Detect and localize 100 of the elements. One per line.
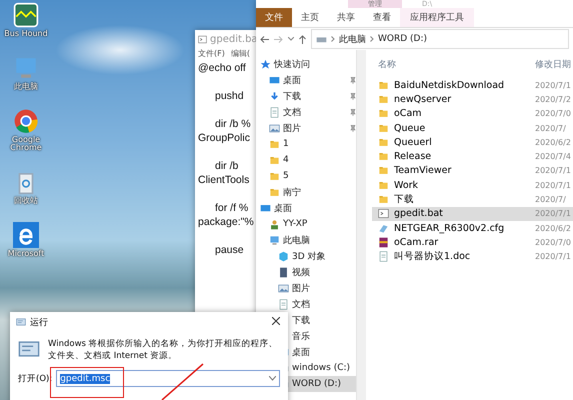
file-menu-button[interactable]: 文件 bbox=[256, 8, 292, 27]
computer-icon bbox=[269, 234, 280, 246]
file-name: BaiduNetdiskDownload bbox=[394, 80, 504, 91]
file-date: 2020/7/1 bbox=[535, 252, 572, 262]
column-header[interactable]: 修改日期 bbox=[535, 58, 573, 70]
nav-item[interactable]: 3D 对象 bbox=[256, 248, 356, 264]
nav-item[interactable]: 此电脑 bbox=[256, 232, 356, 248]
folder-icon bbox=[378, 136, 389, 148]
nav-item[interactable]: 快速访问 bbox=[256, 56, 356, 72]
dropdown-caret-icon[interactable] bbox=[288, 37, 294, 41]
file-name: TeamViewer bbox=[394, 165, 452, 176]
file-name: newQserver bbox=[394, 94, 452, 105]
wave-monitor-icon[interactable] bbox=[13, 2, 39, 28]
file-row[interactable]: NETGEAR_R6300v2.cfg 2020/6/2 bbox=[372, 220, 573, 236]
breadcrumb-item[interactable]: 此电脑 bbox=[339, 32, 366, 46]
nav-item[interactable]: 文档 bbox=[256, 296, 356, 312]
nav-item[interactable]: 图片 bbox=[256, 120, 356, 136]
folder-icon bbox=[269, 170, 280, 182]
document-icon bbox=[269, 106, 280, 118]
desktop-icon bbox=[269, 74, 280, 86]
scrollbar[interactable] bbox=[356, 50, 366, 400]
file-row[interactable]: oCam 2020/7/0 bbox=[372, 106, 573, 121]
dropdown-caret-icon[interactable] bbox=[269, 376, 276, 381]
folder-icon bbox=[378, 180, 389, 191]
pin-icon[interactable] bbox=[350, 124, 356, 132]
chevron-icon bbox=[370, 36, 374, 42]
file-name: oCam bbox=[394, 108, 422, 120]
file-row[interactable]: Queuerl 2020/6/2 bbox=[372, 135, 573, 150]
pin-icon[interactable] bbox=[350, 108, 356, 116]
file-name: gpedit.bat bbox=[394, 208, 443, 220]
star-icon bbox=[260, 58, 271, 70]
file-name: Release bbox=[394, 151, 432, 162]
nav-item[interactable]: 桌面 bbox=[256, 72, 356, 88]
back-icon[interactable] bbox=[260, 36, 269, 42]
dialog-description: Windows 将根据你所输入的名称，为你打开相应的程序、文件夹、文档或 Internet 资源。 bbox=[48, 338, 279, 362]
folder-icon bbox=[269, 186, 280, 198]
nav-item[interactable]: 下载 bbox=[256, 88, 356, 104]
file-row[interactable]: TeamViewer 2020/7/1 bbox=[372, 164, 573, 178]
breadcrumb-item[interactable]: WORD (D:) bbox=[378, 34, 428, 44]
file-name: Work bbox=[394, 180, 418, 191]
edge-icon[interactable] bbox=[13, 222, 39, 248]
file-row[interactable]: oCam.rar 2020/7/0 bbox=[372, 235, 573, 250]
file-row[interactable]: gpedit.bat 2020/7/1 bbox=[372, 206, 573, 221]
address-bar[interactable]: 此电脑 WORD (D:) bbox=[311, 29, 569, 49]
code-line: dir /b bbox=[214, 159, 240, 173]
file-name: Queuerl bbox=[394, 136, 432, 148]
download-icon bbox=[269, 90, 280, 102]
file-row[interactable]: BaiduNetdiskDownload 2020/7/1 bbox=[372, 78, 573, 92]
folder-icon bbox=[269, 154, 280, 166]
nav-item[interactable]: 桌面 bbox=[256, 200, 356, 216]
annotation-line bbox=[160, 362, 205, 400]
code-line: pause bbox=[214, 243, 245, 257]
close-button[interactable] bbox=[270, 316, 282, 328]
chevron-icon bbox=[331, 36, 335, 42]
batch-file-icon bbox=[378, 208, 389, 220]
forward-icon[interactable] bbox=[274, 36, 283, 42]
file-date: 2020/6/2 bbox=[535, 224, 572, 233]
pin-icon[interactable] bbox=[350, 92, 356, 100]
nav-item[interactable]: YY-XP bbox=[256, 216, 356, 232]
nav-item[interactable]: 1 bbox=[256, 136, 356, 152]
folder-icon bbox=[378, 80, 389, 91]
file-row[interactable]: Release 2020/7/4 bbox=[372, 149, 573, 164]
file-date: 2020/6/2 bbox=[535, 138, 572, 147]
file-name: 下载 bbox=[394, 193, 414, 206]
pin-icon[interactable] bbox=[350, 76, 356, 84]
dialog-title: 运行 bbox=[30, 316, 48, 328]
chrome-icon[interactable] bbox=[13, 108, 39, 134]
config-file-icon bbox=[378, 222, 389, 234]
window-title: gpedit.ba bbox=[210, 34, 258, 44]
file-row[interactable]: 下载 2020/7/ bbox=[372, 192, 573, 207]
file-row[interactable]: 叫号器协议1.doc 2020/7/1 bbox=[372, 250, 573, 264]
folder-icon bbox=[269, 138, 280, 150]
nav-item[interactable]: 文档 bbox=[256, 104, 356, 120]
menu-item[interactable]: 文件(F) bbox=[198, 48, 225, 59]
nav-item[interactable]: 4 bbox=[256, 152, 356, 168]
nav-item[interactable]: 5 bbox=[256, 168, 356, 184]
nav-item[interactable]: 南宁 bbox=[256, 184, 356, 200]
up-icon[interactable] bbox=[299, 34, 306, 44]
file-date: 2020/7/2 bbox=[535, 94, 572, 104]
file-date: 2020/7/1 bbox=[535, 209, 572, 218]
file-row[interactable]: newQserver 2020/7/2 bbox=[372, 92, 573, 107]
file-row[interactable]: Work 2020/7/1 bbox=[372, 178, 573, 192]
folder-icon bbox=[378, 151, 389, 162]
file-name: 叫号器协议1.doc bbox=[394, 250, 470, 264]
code-line: ClientTools bbox=[198, 173, 250, 187]
document-icon bbox=[378, 251, 389, 262]
folder-icon bbox=[378, 108, 389, 120]
document-icon bbox=[278, 298, 289, 310]
file-row[interactable]: Queue 2020/7/ bbox=[372, 120, 573, 136]
folder-icon bbox=[378, 122, 389, 134]
picture-icon bbox=[269, 122, 280, 134]
code-line: @echo off bbox=[198, 61, 247, 75]
nav-item[interactable]: 视频 bbox=[256, 264, 356, 280]
menu-item[interactable]: 编辑( bbox=[230, 48, 250, 59]
video-icon bbox=[278, 266, 289, 278]
nav-item[interactable]: 图片 bbox=[256, 280, 356, 296]
column-header[interactable]: 名称 bbox=[378, 58, 535, 70]
code-line: pushd bbox=[214, 89, 245, 103]
desktop-icon bbox=[260, 202, 271, 214]
command-input[interactable]: gpedit.msc bbox=[56, 370, 280, 387]
